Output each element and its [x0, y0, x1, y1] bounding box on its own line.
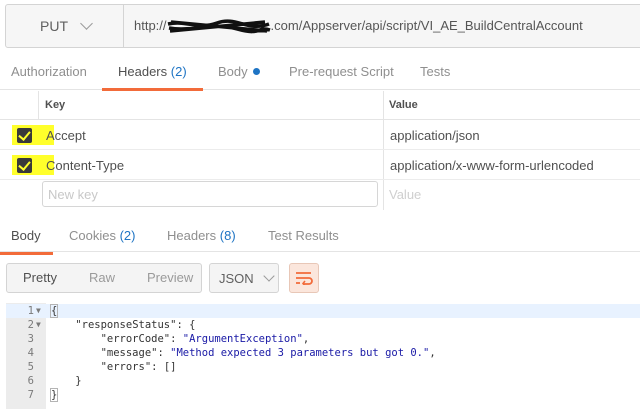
view-mode-group: Pretty Raw Preview — [6, 263, 202, 293]
view-raw-button[interactable]: Raw — [73, 264, 131, 292]
code-line: 3 "errorCode": "ArgumentException", — [27, 333, 310, 345]
checkbox-checked-icon[interactable] — [17, 158, 32, 173]
chevron-down-icon — [80, 16, 93, 30]
value-column-header: Value — [389, 99, 418, 111]
format-select[interactable]: JSON — [209, 263, 279, 293]
method-select[interactable]: PUT — [6, 5, 124, 47]
chevron-down-icon — [263, 269, 275, 282]
tab-response-headers[interactable]: Headers (8) — [167, 218, 236, 254]
url-input[interactable]: http:// .com/Appserver/api/script/VI_AE_B… — [134, 5, 583, 47]
header-value[interactable]: application/json — [390, 128, 480, 143]
tab-response-body[interactable]: Body — [0, 218, 53, 255]
response-headers-count: (8) — [219, 228, 236, 243]
url-prefix: http:// — [134, 18, 167, 33]
new-value-input[interactable]: Value — [389, 187, 421, 202]
checkbox-column-divider — [38, 91, 39, 120]
code-line: 6 } — [27, 375, 82, 387]
fold-arrow-icon[interactable]: ▼ — [36, 318, 41, 332]
key-column-header: Key — [45, 99, 66, 111]
wrap-lines-button[interactable] — [289, 263, 319, 293]
tab-pre-request-script[interactable]: Pre-request Script — [289, 54, 394, 90]
fold-arrow-icon[interactable]: ▼ — [36, 304, 41, 318]
tab-headers[interactable]: Headers (2) — [102, 54, 203, 91]
tab-body[interactable]: Body — [218, 54, 260, 90]
tab-authorization[interactable]: Authorization — [11, 54, 87, 90]
header-value[interactable]: application/x-www-form-urlencoded — [390, 158, 594, 173]
headers-table: Key Value Accept application/json Conten… — [0, 91, 640, 212]
table-row: Accept application/json — [0, 120, 640, 150]
view-preview-button[interactable]: Preview — [131, 264, 209, 292]
code-line: 4 "message": "Method expected 3 paramete… — [27, 347, 436, 359]
request-url-bar: PUT http:// .com/Appserver/api/script/VI_… — [5, 4, 640, 48]
new-key-input[interactable] — [42, 181, 378, 207]
headers-count: (2) — [170, 64, 187, 79]
method-label: PUT — [40, 18, 68, 34]
view-pretty-button[interactable]: Pretty — [7, 264, 73, 292]
table-header: Key Value — [0, 91, 640, 120]
tab-test-results[interactable]: Test Results — [268, 218, 339, 254]
code-line: 2 ▼ "responseStatus": { — [27, 318, 196, 332]
tab-tests[interactable]: Tests — [420, 54, 450, 90]
header-key[interactable]: Accept — [46, 128, 86, 143]
format-label: JSON — [219, 270, 254, 286]
checkbox-checked-icon[interactable] — [17, 128, 32, 143]
new-header-row: Value — [0, 180, 640, 212]
redaction-scribble — [167, 19, 271, 34]
tab-cookies[interactable]: Cookies (2) — [69, 218, 135, 254]
wrap-lines-icon — [296, 272, 313, 285]
cookies-count: (2) — [119, 228, 136, 243]
response-body-editor[interactable]: 1 ▼ { 2 ▼ "responseStatus": { 3 "errorCode… — [6, 303, 640, 409]
code-line: 7 } — [27, 388, 59, 402]
code-line: 5 "errors": [] — [27, 361, 177, 373]
response-tabs: Body Cookies (2) Headers (8) Test Result… — [0, 218, 640, 255]
code-line: 1 ▼ { — [6, 304, 640, 318]
status-dot-icon — [252, 68, 260, 75]
table-row: Content-Type application/x-www-form-urle… — [0, 150, 640, 180]
request-tabs: Authorization Headers (2) Body Pre-reque… — [0, 54, 640, 91]
url-suffix: .com/Appserver/api/script/VI_AE_BuildCen… — [270, 18, 583, 33]
header-key[interactable]: Content-Type — [46, 158, 124, 173]
